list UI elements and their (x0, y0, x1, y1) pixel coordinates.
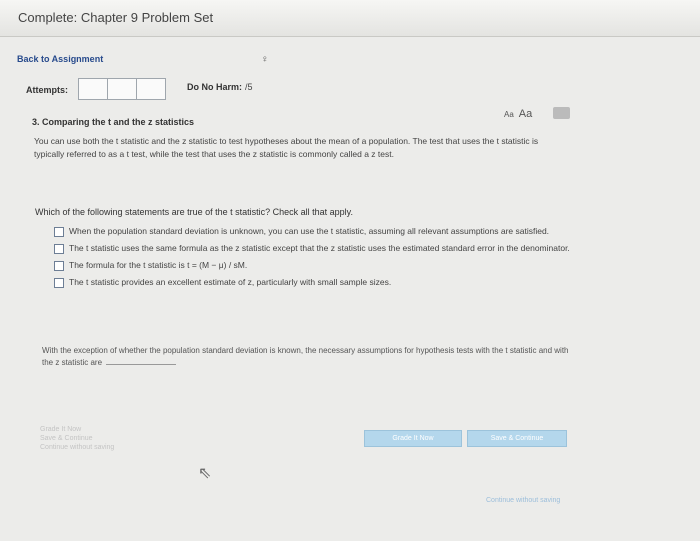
continue-without-saving-link[interactable]: Continue without saving (486, 497, 560, 504)
attempt-box-1 (78, 78, 108, 100)
back-to-assignment-link[interactable]: Back to Assignment (17, 54, 103, 64)
answer-option[interactable]: When the population standard deviation i… (54, 225, 574, 238)
grade-it-now-button[interactable]: Grade It Now (364, 430, 462, 447)
answer-options: When the population standard deviation i… (54, 225, 574, 293)
font-increase-button[interactable]: Aa (519, 108, 532, 120)
answer-option-text: The t statistic uses the same formula as… (69, 243, 570, 253)
window-title: Complete: Chapter 9 Problem Set (18, 10, 214, 25)
attempt-box-3 (136, 78, 166, 100)
answer-option[interactable]: The t statistic uses the same formula as… (54, 242, 574, 255)
answer-checkbox[interactable] (54, 261, 64, 271)
answer-dropdown[interactable] (106, 364, 177, 365)
answer-option-text: When the population standard deviation i… (69, 226, 550, 236)
answer-checkbox[interactable] (54, 278, 64, 288)
question-prompt: Which of the following statements are tr… (35, 207, 353, 217)
answer-option-text: The t statistic provides an excellent es… (69, 277, 392, 287)
followup-question: With the exception of whether the popula… (42, 345, 572, 369)
do-no-harm-value: /5 (245, 82, 253, 92)
answer-option[interactable]: The formula for the t statistic is t = (… (54, 259, 574, 272)
answer-option-text: The formula for the t statistic is t = (… (69, 260, 248, 270)
faded-footer-text: Grade It Now Save & Continue Continue wi… (40, 425, 210, 452)
faded-line: Save & Continue (40, 435, 93, 442)
answer-checkbox[interactable] (54, 244, 64, 254)
font-decrease-button[interactable]: Aa (504, 110, 514, 119)
font-size-controls: Aa Aa (504, 108, 532, 120)
question-title: 3. Comparing the t and the z statistics (32, 117, 195, 127)
faded-line: Grade It Now (40, 426, 82, 433)
question-intro: You can use both the t statistic and the… (34, 136, 539, 159)
faded-line: Continue without saving (40, 444, 115, 451)
speaker-icon[interactable] (553, 107, 570, 119)
answer-option[interactable]: The t statistic provides an excellent es… (54, 276, 574, 289)
attempt-box-2 (107, 78, 137, 100)
do-no-harm-label: Do No Harm: (187, 82, 243, 92)
assignment-panel: Back to Assignment ♀ Attempts: Do No Har… (0, 37, 700, 541)
mouse-cursor-icon: ⇖ (198, 465, 212, 482)
hint-icon[interactable]: ♀ (261, 54, 269, 65)
save-continue-button[interactable]: Save & Continue (467, 430, 567, 447)
answer-checkbox[interactable] (54, 227, 64, 237)
window-title-bar: Complete: Chapter 9 Problem Set . (0, 0, 700, 37)
title-extra: . (206, 11, 209, 22)
attempts-label: Attempts: (26, 85, 68, 95)
